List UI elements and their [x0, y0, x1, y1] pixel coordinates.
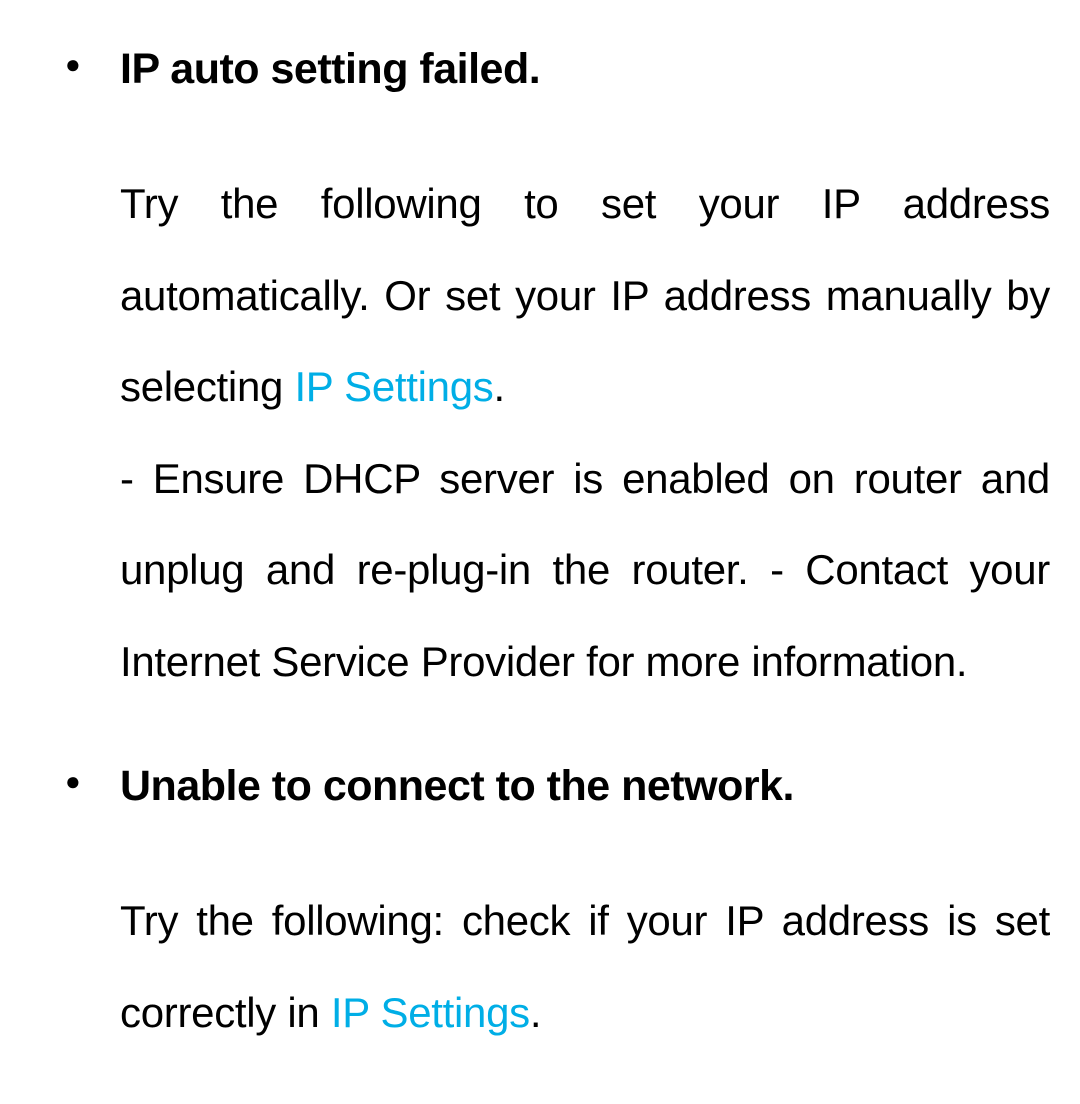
body-text: .	[494, 363, 505, 410]
ip-settings-link[interactable]: IP Settings	[294, 363, 493, 410]
ip-settings-link[interactable]: IP Settings	[331, 989, 530, 1036]
body-text: Try the following: check if your IP addr…	[120, 897, 1050, 1036]
item-title: Unable to connect to the network.	[120, 757, 1050, 815]
item-body: Try the following: check if your IP addr…	[120, 875, 1050, 1058]
item-body: Try the following to set your IP address…	[120, 158, 1050, 707]
list-item: Unable to connect to the network. Try th…	[30, 757, 1050, 1058]
body-text: Try the following to set your IP address…	[120, 180, 1050, 410]
body-text: .	[530, 989, 541, 1036]
item-title: IP auto setting failed.	[120, 40, 1050, 98]
body-text: - Ensure DHCP server is enabled on route…	[120, 455, 1050, 685]
troubleshoot-list: IP auto setting failed. Try the followin…	[30, 40, 1050, 1058]
list-item: IP auto setting failed. Try the followin…	[30, 40, 1050, 707]
